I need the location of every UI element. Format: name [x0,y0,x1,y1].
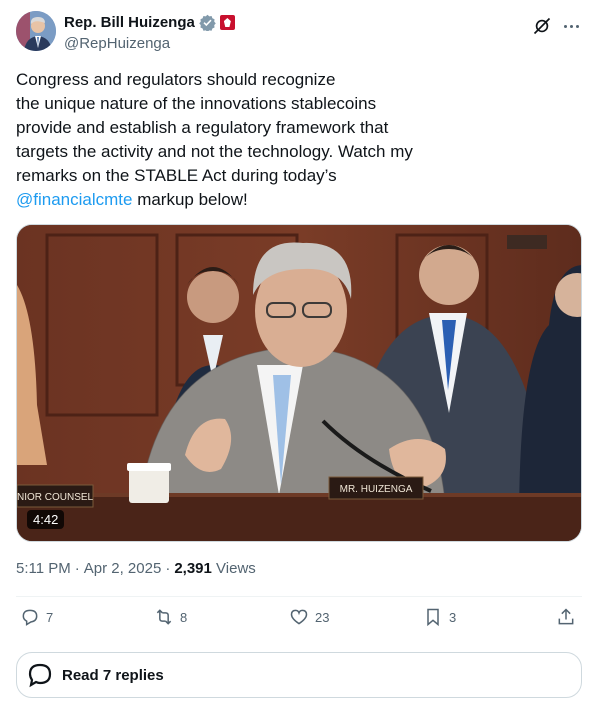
tweet-text-line-last: @financialcmte markup below! [16,188,456,212]
action-bar: 7 8 23 3 [16,607,582,635]
share-icon [558,608,574,625]
separator: · [74,560,80,577]
reply-button[interactable]: 7 [20,607,53,627]
bookmark-count: 3 [449,609,457,625]
grok-icon[interactable] [532,16,552,36]
like-count: 23 [315,609,330,625]
video-frame: MR. HUIZENGA NIOR COUNSEL [17,225,581,541]
tweet-text-line: Congress and regulators should recognize [16,70,336,89]
share-button[interactable] [556,607,576,627]
house-seal-icon[interactable] [219,15,235,30]
bookmark-icon [427,608,439,627]
tweet-text-line: the unique nature of the innovations sta… [16,94,377,113]
divider [16,596,582,597]
tweet-text-line: targets the activity and not the technol… [16,142,413,161]
separator: · [165,560,171,577]
tweet-meta: 5:11 PM · Apr 2, 2025 · 2,391 Views [16,560,256,577]
nameplate-text: MR. HUIZENGA [340,484,413,495]
reply-icon [22,609,38,626]
video-duration: 4:42 [27,510,65,529]
display-name[interactable]: Rep. Bill Huizenga [64,14,195,31]
video-player[interactable]: MR. HUIZENGA NIOR COUNSEL 4:42 [16,224,582,542]
heart-icon [290,609,308,625]
tweet-text: Congress and regulators should recognize… [16,68,456,212]
read-replies-label: Read 7 replies [62,666,164,684]
tweet-text-line: provide and establish a regulatory frame… [16,118,389,137]
chat-bubble-icon [28,663,52,688]
verified-badge-icon[interactable] [199,14,216,31]
left-nameplate-text: NIOR COUNSEL [17,492,94,503]
like-button[interactable]: 23 [289,607,329,627]
avatar[interactable] [16,11,56,51]
repost-button[interactable]: 8 [154,607,187,627]
tweet-text-tail: markup below! [132,190,248,209]
views-count: 2,391 [174,560,212,577]
repost-icon [156,609,172,625]
bookmark-button[interactable]: 3 [423,607,456,627]
views-label: Views [216,560,256,577]
reply-count: 7 [46,609,54,625]
repost-count: 8 [180,609,188,625]
tweet-time[interactable]: 5:11 PM [16,560,71,577]
more-options-icon[interactable] [560,15,582,37]
tweet-header: Rep. Bill Huizenga @RepHuizenga [16,11,582,53]
tweet-text-line: remarks on the STABLE Act during today’s [16,166,337,185]
tweet-date[interactable]: Apr 2, 2025 [84,560,162,577]
mention-link[interactable]: @financialcmte [16,190,132,209]
handle[interactable]: @RepHuizenga [64,35,235,52]
read-replies-button[interactable]: Read 7 replies [16,652,582,698]
